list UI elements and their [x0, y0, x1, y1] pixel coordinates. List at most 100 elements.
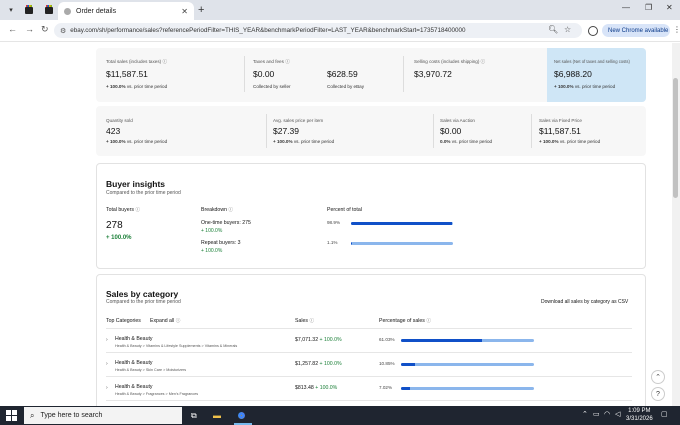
- info-icon: ⓘ: [135, 207, 141, 212]
- chevron-up-icon: ⌃: [655, 374, 661, 381]
- expand-row-icon[interactable]: ›: [106, 385, 108, 391]
- ebay-tab-icon-2[interactable]: [42, 3, 56, 17]
- category-path: Health & Beauty > Fragrances > Men's Fra…: [115, 392, 199, 396]
- category-percent: 10.85%: [379, 361, 395, 366]
- profile-avatar[interactable]: [588, 26, 598, 36]
- help-icon: ?: [656, 390, 660, 398]
- buyer-insights-title: Buyer insights: [106, 179, 166, 189]
- site-info-icon[interactable]: ⚙: [60, 27, 66, 35]
- info-icon: ⓘ: [285, 59, 290, 64]
- total-sales-label: Total sales (includes taxes) ⓘ: [106, 59, 168, 64]
- sales-by-category-title: Sales by category: [106, 289, 179, 299]
- file-explorer-icon[interactable]: ▬: [213, 409, 221, 422]
- buyer-insights-card: Buyer insights Compared to the prior tim…: [96, 163, 646, 269]
- expand-row-icon[interactable]: ›: [106, 337, 108, 343]
- taskbar-search-placeholder: Type here to search: [40, 412, 103, 419]
- category-name[interactable]: Health & Beauty: [115, 336, 153, 342]
- reload-icon[interactable]: ↻: [41, 24, 49, 35]
- sales-column-header: Sales ⓘ: [295, 318, 315, 324]
- bookmark-star-icon[interactable]: ☆: [564, 25, 571, 34]
- stat-value: $11,587.51: [539, 126, 581, 136]
- network-icon[interactable]: ▭: [593, 410, 600, 418]
- stat-value: 423: [106, 126, 121, 136]
- system-clock[interactable]: 1:09 PM 3/31/2026: [626, 407, 653, 423]
- one-time-buyers-change: + 100.0%: [201, 228, 223, 234]
- help-button[interactable]: ?: [651, 387, 665, 401]
- windows-start-icon[interactable]: [6, 410, 17, 421]
- new-tab-button[interactable]: +: [198, 3, 204, 17]
- divider: [266, 114, 267, 148]
- forward-arrow-icon[interactable]: →: [25, 24, 34, 34]
- tray-chevron-icon[interactable]: ⌃: [582, 410, 588, 418]
- info-icon: ⓘ: [228, 207, 234, 212]
- stat-label: Quantity sold: [106, 118, 133, 123]
- selling-costs-label: Selling costs (includes shipping) ⓘ: [414, 59, 486, 64]
- percentage-column-header: Percentage of sales ⓘ: [379, 318, 431, 324]
- category-sales: $1,257.82 + 100.0%: [295, 361, 342, 367]
- net-sales-change: + 100.0% vs. prior time period: [554, 84, 616, 89]
- minimize-icon[interactable]: —: [622, 3, 630, 12]
- repeat-buyers-change: + 100.0%: [201, 248, 223, 254]
- expand-row-icon[interactable]: ›: [106, 361, 108, 367]
- repeat-buyers-bar: [351, 242, 453, 245]
- divider: [403, 56, 404, 92]
- ebay-taxes-caption: Collected by eBay: [327, 84, 365, 89]
- info-icon: ⓘ: [480, 59, 486, 64]
- total-sales-value: $11,587.51: [106, 69, 148, 79]
- notification-icon[interactable]: ▢: [661, 410, 668, 418]
- scrollbar-thumb[interactable]: [673, 78, 678, 198]
- category-bar: [401, 387, 534, 390]
- sales-by-category-subtitle: Compared to the prior time period: [106, 299, 181, 305]
- ebay-tab-icon[interactable]: [22, 3, 36, 17]
- stat-change: 0.0% vs. prior time period: [440, 139, 493, 144]
- address-bar[interactable]: ⚙ ebay.com/sh/performance/sales?referenc…: [54, 23, 582, 38]
- browser-toolbar: ← → ↻ ⚙ ebay.com/sh/performance/sales?re…: [0, 20, 680, 42]
- stat-label: Sales via Fixed Price: [539, 118, 582, 123]
- buyer-insights-subtitle: Compared to the prior time period: [106, 190, 181, 196]
- more-menu-icon[interactable]: ⋮: [673, 25, 680, 34]
- back-arrow-icon[interactable]: ←: [8, 24, 17, 34]
- breakdown-label: Breakdown ⓘ: [201, 207, 234, 213]
- one-time-buyers-label: One-time buyers: 275: [201, 220, 251, 226]
- sales-summary-card: Total sales (includes taxes) ⓘ $11,587.5…: [96, 48, 646, 102]
- header-divider: [106, 328, 632, 329]
- category-name[interactable]: Health & Beauty: [115, 360, 153, 366]
- divider: [531, 114, 532, 148]
- tab-list-button[interactable]: ▾: [4, 3, 18, 17]
- net-sales-highlight[interactable]: Net sales (Net of taxes and selling cost…: [547, 48, 646, 102]
- info-icon: ⓘ: [175, 318, 181, 323]
- taskbar-search-box[interactable]: ⌕ Type here to search: [24, 407, 182, 424]
- taxes-fees-label: Taxes and fees ⓘ: [253, 59, 290, 64]
- row-divider: [106, 352, 632, 353]
- one-time-buyers-bar: [351, 222, 453, 225]
- stat-value: $0.00: [440, 126, 462, 136]
- stat-label: Sales via Auction: [440, 118, 475, 123]
- seller-taxes-caption: Collected by seller: [253, 84, 291, 89]
- percent-of-total-label: Percent of total: [327, 207, 362, 213]
- row-divider: [106, 400, 632, 401]
- volume-icon[interactable]: ◁: [615, 410, 620, 418]
- download-csv-link[interactable]: Download all sales by category as CSV: [541, 299, 628, 305]
- close-icon[interactable]: ✕: [181, 7, 188, 16]
- wifi-icon[interactable]: ◠: [604, 410, 610, 418]
- chrome-update-button[interactable]: New Chrome available: [602, 24, 670, 37]
- task-view-icon[interactable]: ⧉: [191, 409, 197, 422]
- restore-icon[interactable]: ❐: [645, 3, 652, 12]
- tab-order-details[interactable]: Order details ✕: [58, 2, 194, 20]
- category-bar: [401, 339, 534, 342]
- zoom-icon[interactable]: 🔍︎: [548, 25, 558, 34]
- seller-taxes-value: $0.00: [253, 69, 275, 79]
- net-sales-value: $6,988.20: [554, 69, 592, 79]
- one-time-buyers-percent: 98.9%: [327, 220, 341, 225]
- expand-all-button[interactable]: Expand all ⓘ: [150, 318, 180, 324]
- stat-change: + 100.0% vs. prior time period: [273, 139, 335, 144]
- url-text: ebay.com/sh/performance/sales?referenceP…: [70, 27, 466, 34]
- category-name[interactable]: Health & Beauty: [115, 384, 153, 390]
- scroll-top-button[interactable]: ⌃: [651, 370, 665, 384]
- divider: [433, 114, 434, 148]
- chrome-icon[interactable]: [236, 409, 247, 422]
- tab-strip: ▾ Order details ✕ + — ❐ ✕: [0, 0, 680, 20]
- window-close-icon[interactable]: ✕: [666, 3, 673, 12]
- chevron-down-icon: ▾: [9, 7, 13, 14]
- info-icon: ⓘ: [426, 318, 431, 323]
